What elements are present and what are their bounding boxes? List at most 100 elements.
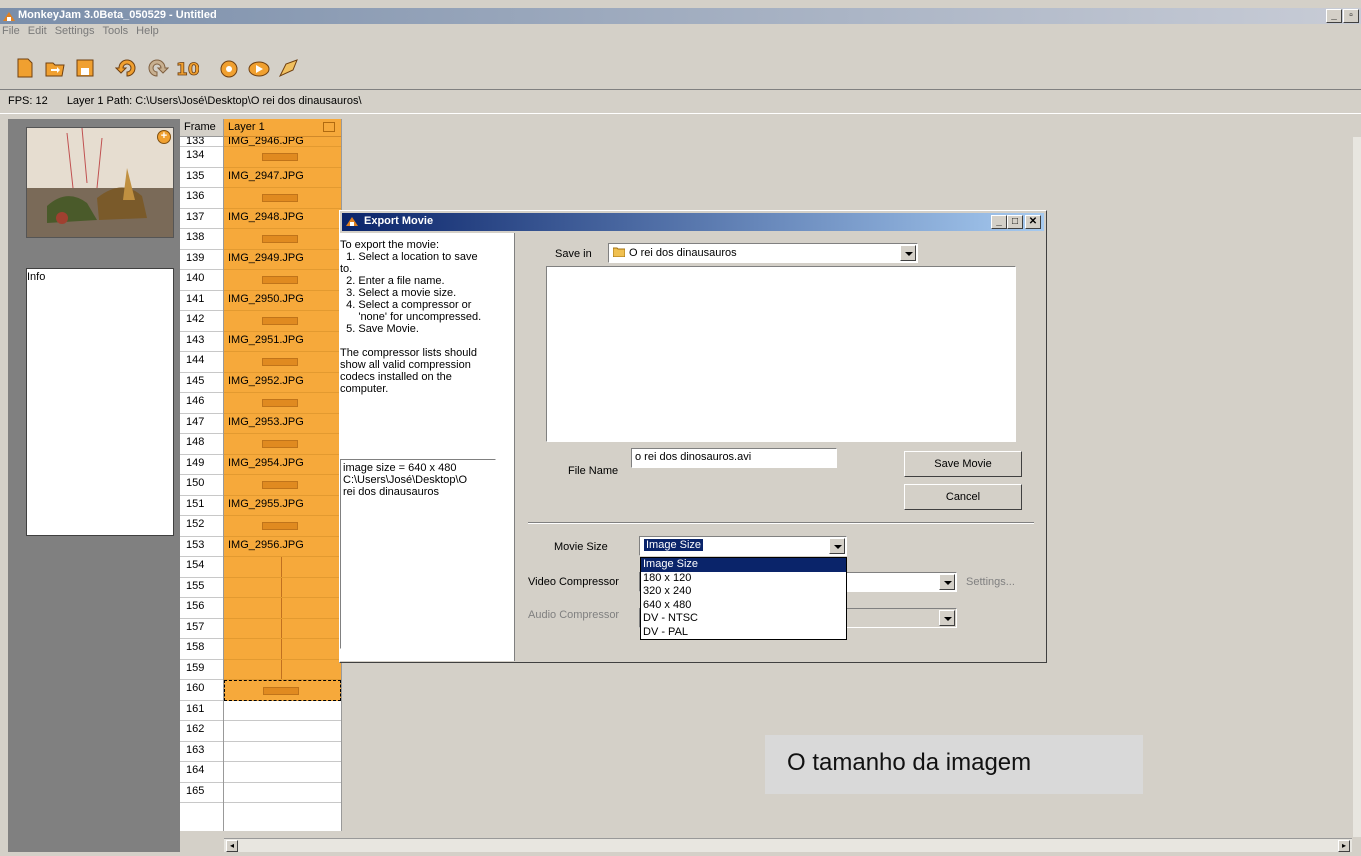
frame-number-cell[interactable]: 145 (180, 373, 223, 393)
layer-cell[interactable] (224, 782, 341, 803)
layer-cell[interactable]: IMG_2952.JPG (224, 372, 341, 393)
save-button[interactable] (72, 55, 98, 81)
movie-size-option[interactable]: 320 x 240 (641, 585, 846, 599)
menu-settings[interactable]: Settings (55, 25, 95, 41)
layer-cell[interactable] (224, 700, 341, 721)
layer-cell[interactable]: IMG_2950.JPG (224, 290, 341, 311)
frame-number-cell[interactable]: 136 (180, 188, 223, 209)
layer-cell[interactable]: IMG_2955.JPG (224, 495, 341, 516)
frame-number-cell[interactable]: 152 (180, 516, 223, 537)
frame-number-cell[interactable]: 144 (180, 352, 223, 373)
layer-cell[interactable] (224, 741, 341, 762)
frame-number-cell[interactable]: 147 (180, 414, 223, 434)
layer-cell[interactable] (224, 618, 341, 639)
layer-cell[interactable] (224, 475, 341, 496)
frame-number-cell[interactable]: 149 (180, 455, 223, 475)
frame-number-cell[interactable]: 138 (180, 229, 223, 250)
frame-number-cell[interactable]: 154 (180, 557, 223, 578)
frame-number-cell[interactable]: 161 (180, 701, 223, 721)
layer-cell[interactable] (224, 516, 341, 537)
chevron-down-icon[interactable] (939, 610, 955, 626)
capture-button[interactable] (216, 55, 242, 81)
frame-number-cell[interactable]: 156 (180, 598, 223, 619)
frame-number-cell[interactable]: 146 (180, 393, 223, 414)
layer-color-swatch[interactable] (323, 122, 335, 132)
frame-number-cell[interactable]: 163 (180, 742, 223, 762)
frame-number-cell[interactable]: 150 (180, 475, 223, 496)
new-button[interactable] (12, 55, 38, 81)
add-icon[interactable]: + (157, 130, 171, 144)
frame-number-cell[interactable]: 139 (180, 250, 223, 270)
frame-number-cell[interactable]: 162 (180, 721, 223, 742)
frame-number-cell[interactable]: 148 (180, 434, 223, 455)
file-list[interactable] (546, 266, 1016, 442)
layer-cell[interactable] (224, 393, 341, 414)
layer-cell[interactable] (224, 434, 341, 455)
chevron-down-icon[interactable] (829, 538, 845, 554)
layer-cell[interactable] (224, 188, 341, 209)
movie-size-dropdown[interactable]: Image Size (639, 536, 847, 556)
maximize-button[interactable]: ▫ (1343, 9, 1359, 23)
play-button[interactable] (246, 55, 272, 81)
ten-frames-button[interactable]: 10 (174, 55, 200, 81)
menu-edit[interactable]: Edit (28, 25, 47, 41)
layer-cell[interactable]: IMG_2956.JPG (224, 536, 341, 557)
frame-number-cell[interactable]: 142 (180, 311, 223, 332)
frame-number-cell[interactable]: 151 (180, 496, 223, 516)
layer-header[interactable]: Layer 1 (224, 119, 341, 137)
undo-button[interactable] (114, 55, 140, 81)
layer-cell[interactable]: IMG_2954.JPG (224, 454, 341, 475)
save-movie-button[interactable]: Save Movie (904, 451, 1022, 477)
movie-size-option[interactable]: 180 x 120 (641, 572, 846, 586)
chevron-down-icon[interactable] (939, 574, 955, 590)
layer-cell[interactable] (224, 598, 341, 619)
layer-cell[interactable] (224, 270, 341, 291)
frame-number-cell[interactable]: 140 (180, 270, 223, 291)
export-button[interactable] (276, 55, 302, 81)
layer-cell[interactable] (224, 557, 341, 578)
frame-number-cell[interactable]: 133 (180, 137, 223, 147)
layer-cell[interactable]: IMG_2946.JPG (224, 137, 341, 147)
layer-cell[interactable] (224, 762, 341, 783)
dialog-maximize-button[interactable]: □ (1007, 215, 1023, 229)
frame-number-cell[interactable]: 141 (180, 291, 223, 311)
horizontal-scrollbar[interactable]: ◂ ▸ (224, 838, 1352, 852)
file-name-input[interactable]: o rei dos dinosauros.avi (631, 448, 837, 468)
frame-number-cell[interactable]: 160 (180, 680, 223, 701)
layer-cell[interactable]: IMG_2948.JPG (224, 208, 341, 229)
dialog-close-button[interactable]: ✕ (1025, 215, 1041, 229)
settings-link[interactable]: Settings... (966, 576, 1015, 588)
frame-number-cell[interactable]: 155 (180, 578, 223, 598)
layer-cell[interactable] (224, 311, 341, 332)
frame-number-cell[interactable]: 164 (180, 762, 223, 783)
layer-cell[interactable] (224, 577, 341, 598)
menu-tools[interactable]: Tools (102, 25, 128, 41)
layer-cell[interactable] (224, 352, 341, 373)
movie-size-option[interactable]: DV - PAL (641, 626, 846, 640)
vertical-scrollbar[interactable] (1353, 137, 1361, 837)
layer-cell[interactable]: IMG_2947.JPG (224, 167, 341, 188)
frame-number-cell[interactable]: 159 (180, 660, 223, 680)
frame-number-cell[interactable]: 165 (180, 783, 223, 803)
frame-number-cell[interactable]: 143 (180, 332, 223, 352)
layer-cell[interactable] (224, 147, 341, 168)
layer-cell[interactable] (224, 721, 341, 742)
layer-cell[interactable] (224, 639, 341, 660)
chevron-down-icon[interactable] (900, 245, 916, 261)
frame-number-cell[interactable]: 153 (180, 537, 223, 557)
frame-number-cell[interactable]: 135 (180, 168, 223, 188)
layer-cell[interactable]: IMG_2951.JPG (224, 331, 341, 352)
frame-number-cell[interactable]: 137 (180, 209, 223, 229)
cancel-button[interactable]: Cancel (904, 484, 1022, 510)
movie-size-option[interactable]: 640 x 480 (641, 599, 846, 613)
frame-number-cell[interactable]: 157 (180, 619, 223, 639)
scroll-right-arrow[interactable]: ▸ (1338, 840, 1350, 852)
layer-cell[interactable] (224, 229, 341, 250)
layer-cell[interactable]: IMG_2953.JPG (224, 413, 341, 434)
layer-cell[interactable] (224, 659, 341, 680)
layer-cell[interactable]: IMG_2949.JPG (224, 249, 341, 270)
menu-file[interactable]: File (2, 25, 20, 41)
frame-number-cell[interactable]: 158 (180, 639, 223, 660)
redo-button[interactable] (144, 55, 170, 81)
menu-help[interactable]: Help (136, 25, 159, 41)
